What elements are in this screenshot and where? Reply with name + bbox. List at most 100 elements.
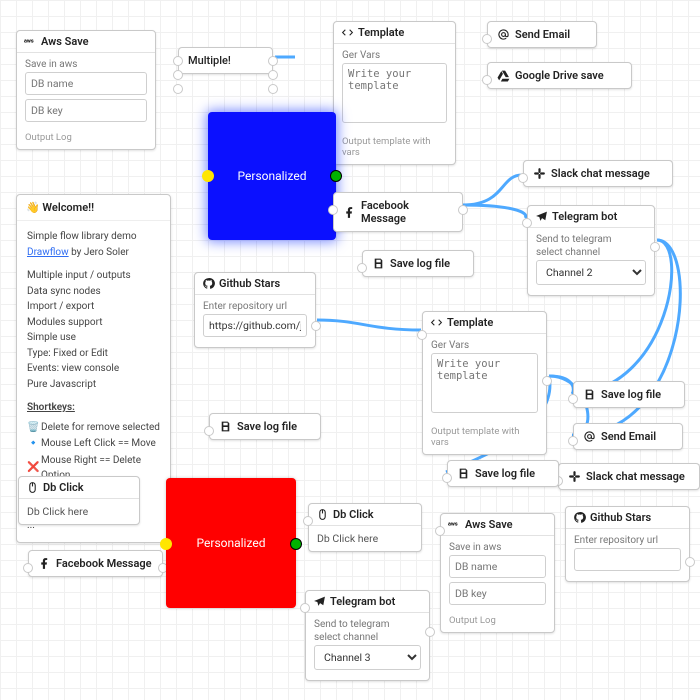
input-port[interactable] xyxy=(357,263,367,273)
db-name-input[interactable] xyxy=(25,72,147,95)
output-port[interactable] xyxy=(685,557,695,567)
node-google-drive[interactable]: Google Drive save xyxy=(487,62,632,89)
output-port[interactable] xyxy=(650,242,660,252)
channel-select[interactable]: Channel 3 xyxy=(314,645,421,670)
aws-icon: aws xyxy=(24,35,37,48)
label: Send Email xyxy=(601,430,656,443)
db-key-input[interactable] xyxy=(25,99,147,122)
drawflow-link[interactable]: Drawflow xyxy=(27,247,69,258)
output-port[interactable] xyxy=(268,56,278,66)
flow-canvas[interactable]: aws Aws Save Save in aws Output Log Mult… xyxy=(0,0,700,700)
text: Delete for remove selected xyxy=(41,420,160,436)
save-icon xyxy=(583,388,596,401)
input-port[interactable] xyxy=(173,84,183,94)
input-port[interactable] xyxy=(303,516,313,526)
node-github-stars[interactable]: Github Stars Enter repository url xyxy=(565,506,690,582)
output-port[interactable] xyxy=(268,70,278,80)
input-port[interactable] xyxy=(328,205,338,215)
node-multiple[interactable]: Multiple! xyxy=(178,47,273,74)
input-port[interactable] xyxy=(568,436,578,446)
node-save-log[interactable]: Save log file xyxy=(573,381,685,408)
label: Save log file xyxy=(601,388,661,401)
node-db-click[interactable]: Db Click Db Click here xyxy=(18,476,140,525)
input-port[interactable] xyxy=(173,56,183,66)
input-port[interactable] xyxy=(300,603,310,613)
output-port[interactable] xyxy=(458,205,468,215)
node-telegram-bot[interactable]: Telegram bot Send to telegram select cha… xyxy=(527,205,655,296)
node-title: Github Stars xyxy=(566,507,689,529)
node-telegram-bot[interactable]: Telegram bot Send to telegram select cha… xyxy=(305,590,430,681)
node-send-email[interactable]: Send Email xyxy=(573,423,683,450)
node-facebook-message[interactable]: Facebook Message xyxy=(28,550,163,577)
input-port[interactable] xyxy=(417,330,427,340)
output-port[interactable] xyxy=(268,84,278,94)
repo-url-input[interactable] xyxy=(203,314,307,337)
text: Multiple input / outputs xyxy=(27,268,160,284)
node-facebook-message[interactable]: Facebook Message xyxy=(333,192,463,232)
input-port[interactable] xyxy=(482,34,492,44)
node-db-click[interactable]: Db Click Db Click here xyxy=(308,503,422,552)
template-textarea[interactable] xyxy=(342,63,447,123)
telegram-icon xyxy=(535,210,548,223)
input-port[interactable] xyxy=(522,218,532,228)
input-port[interactable] xyxy=(482,75,492,85)
input-port[interactable] xyxy=(202,170,214,182)
save-icon xyxy=(219,420,232,433)
input-port[interactable] xyxy=(442,473,452,483)
output-port[interactable] xyxy=(425,627,435,637)
db-key-input[interactable] xyxy=(449,582,546,605)
node-slack[interactable]: Slack chat message xyxy=(558,463,700,490)
drive-icon xyxy=(497,69,510,82)
text: Data sync nodes xyxy=(27,284,160,300)
card-title: 👋 Welcome!! xyxy=(17,195,170,221)
output-port[interactable] xyxy=(290,538,302,550)
facebook-icon xyxy=(343,206,356,219)
output-port[interactable] xyxy=(311,321,321,331)
node-aws-save[interactable]: aws Aws Save Save in aws Output Log xyxy=(440,513,555,633)
text: by Jero Soler xyxy=(69,247,129,258)
output-label: Output Log xyxy=(17,132,155,149)
channel-select[interactable]: Channel 2 xyxy=(536,260,646,285)
db-name-input[interactable] xyxy=(449,555,546,578)
x-icon: ❌ xyxy=(27,460,37,476)
node-template[interactable]: Template Ger Vars Output template with v… xyxy=(333,21,456,165)
input-port[interactable] xyxy=(23,563,33,573)
node-personalized-red[interactable]: Personalized xyxy=(166,478,296,608)
template-textarea[interactable] xyxy=(431,353,538,413)
node-title: Template xyxy=(334,22,455,44)
node-save-log[interactable]: Save log file xyxy=(209,413,321,440)
title-text: Aws Save xyxy=(465,518,513,531)
output-port[interactable] xyxy=(542,376,552,386)
node-slack[interactable]: Slack chat message xyxy=(523,160,673,187)
node-template[interactable]: Template Ger Vars Output template with v… xyxy=(422,311,547,455)
input-port[interactable] xyxy=(435,526,445,536)
label: Google Drive save xyxy=(515,69,604,82)
input-port[interactable] xyxy=(173,70,183,80)
input-port[interactable] xyxy=(160,538,172,550)
node-github-stars[interactable]: Github Stars Enter repository url xyxy=(194,272,316,348)
node-save-log[interactable]: Save log file xyxy=(447,460,559,487)
title-text: Template xyxy=(447,316,493,329)
svg-text:aws: aws xyxy=(448,522,458,528)
repo-url-input[interactable] xyxy=(574,548,681,571)
input-port[interactable] xyxy=(204,426,214,436)
node-send-email[interactable]: Send Email xyxy=(487,21,597,48)
label: Slack chat message xyxy=(586,470,685,483)
node-title: Template xyxy=(423,312,546,334)
node-title: aws Aws Save xyxy=(441,514,554,536)
label: Save log file xyxy=(390,257,450,270)
node-personalized-blue[interactable]: Personalized xyxy=(208,112,336,240)
label: Personalized xyxy=(238,169,307,183)
output-port[interactable] xyxy=(330,170,342,182)
node-save-log[interactable]: Save log file xyxy=(362,250,474,277)
title-text: Telegram bot xyxy=(330,595,395,608)
text: Import / export xyxy=(27,299,160,315)
at-icon xyxy=(497,28,510,41)
github-icon xyxy=(573,511,586,524)
label: Save log file xyxy=(475,467,535,480)
input-port[interactable] xyxy=(518,173,528,183)
save-icon xyxy=(372,257,385,270)
node-aws-save[interactable]: aws Aws Save Save in aws Output Log xyxy=(16,30,156,150)
input-port[interactable] xyxy=(568,394,578,404)
label: Facebook Message xyxy=(56,557,152,570)
